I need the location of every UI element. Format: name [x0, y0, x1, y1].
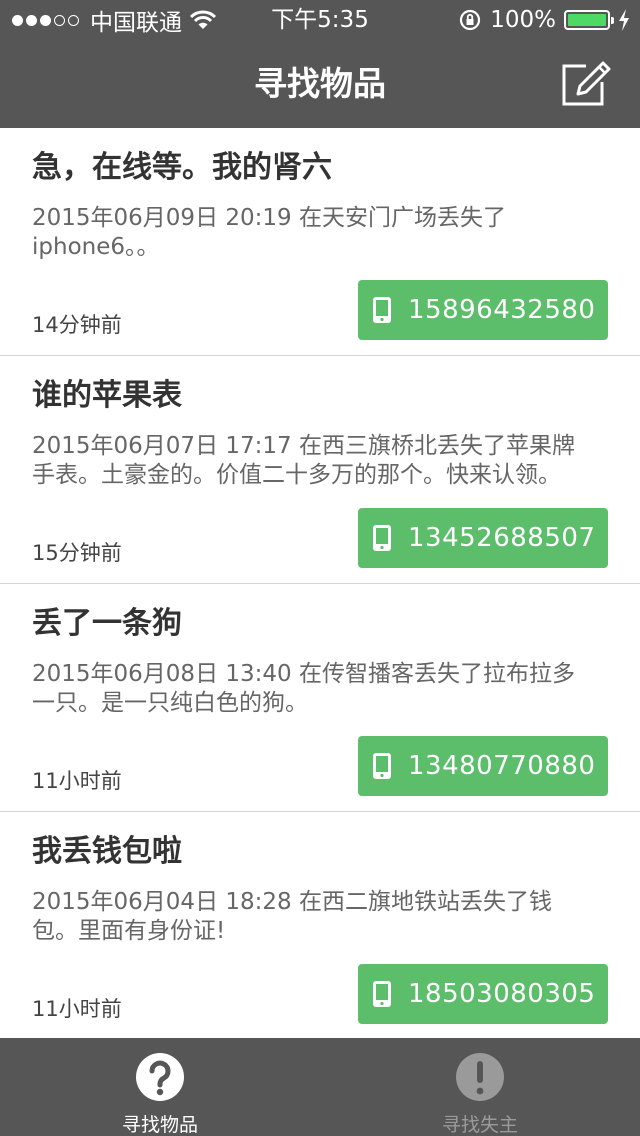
battery-fill [568, 14, 606, 26]
battery-icon [564, 10, 614, 30]
phone-number: 13452688507 [408, 523, 596, 553]
battery-percentage: 100% [490, 7, 556, 33]
compose-button[interactable] [560, 58, 612, 108]
tab-find-owner[interactable]: 寻找失主 [320, 1038, 640, 1136]
list-item[interactable]: 丢了一条狗 2015年06月08日 13:40 在传智播客丢失了拉布拉多一只。是… [0, 584, 640, 812]
item-description: 2015年06月09日 20:19 在天安门广场丢失了iphone6。。 [32, 205, 506, 260]
list-item[interactable]: 我丢钱包啦 2015年06月04日 18:28 在西二旗地铁站丢失了钱包。里面有… [0, 812, 640, 1038]
tab-label: 寻找失主 [441, 1114, 518, 1136]
item-description: 2015年06月07日 17:17 在西三旗桥北丢失了苹果牌手表。土豪金的。价值… [32, 433, 575, 488]
navigation-bar: 寻找物品 [0, 40, 640, 128]
battery-cap [611, 17, 614, 24]
tab-find-items[interactable]: 寻找物品 [0, 1038, 320, 1136]
lost-items-list: 急，在线等。我的肾六 2015年06月09日 20:19 在天安门广场丢失了ip… [0, 128, 640, 1038]
item-description: 2015年06月04日 18:28 在西二旗地铁站丢失了钱包。里面有身份证! [32, 889, 552, 944]
item-title: 急，在线等。我的肾六 [32, 150, 332, 185]
call-phone-button[interactable]: 13452688507 [358, 508, 608, 568]
mobile-phone-icon [373, 525, 391, 551]
item-time-ago: 11小时前 [32, 769, 122, 793]
call-phone-button[interactable]: 18503080305 [358, 964, 608, 1024]
compose-icon [562, 61, 611, 106]
status-bar: 中国联通 下午5:35 100% [0, 0, 640, 40]
item-title: 我丢钱包啦 [32, 834, 182, 869]
phone-number: 18503080305 [408, 979, 596, 1009]
phone-number: 15896432580 [408, 295, 596, 325]
item-description: 2015年06月08日 13:40 在传智播客丢失了拉布拉多一只。是一只纯白色的… [32, 661, 575, 716]
mobile-phone-icon [373, 297, 391, 323]
orientation-lock-icon [460, 9, 481, 31]
call-phone-button[interactable]: 13480770880 [358, 736, 608, 796]
item-time-ago: 14分钟前 [32, 313, 122, 337]
status-right: 100% [458, 6, 630, 34]
mobile-phone-icon [373, 981, 391, 1007]
list-item[interactable]: 急，在线等。我的肾六 2015年06月09日 20:19 在天安门广场丢失了ip… [0, 128, 640, 356]
item-title: 谁的苹果表 [32, 378, 182, 413]
exclamation-icon [456, 1053, 504, 1101]
phone-number: 13480770880 [408, 751, 596, 781]
tab-bar: 寻找物品 寻找失主 [0, 1038, 640, 1136]
question-icon [136, 1053, 184, 1101]
screen: 中国联通 下午5:35 100% 寻找物品 急，在线等。我的肾六 2015年06… [0, 0, 640, 1136]
list-item[interactable]: 谁的苹果表 2015年06月07日 17:17 在西三旗桥北丢失了苹果牌手表。土… [0, 356, 640, 584]
charging-bolt-icon [619, 9, 629, 31]
mobile-phone-icon [373, 753, 391, 779]
call-phone-button[interactable]: 15896432580 [358, 280, 608, 340]
item-time-ago: 15分钟前 [32, 541, 122, 565]
tab-label: 寻找物品 [121, 1114, 198, 1136]
item-time-ago: 11小时前 [32, 997, 122, 1021]
item-title: 丢了一条狗 [32, 606, 182, 641]
page-title: 寻找物品 [254, 64, 386, 103]
